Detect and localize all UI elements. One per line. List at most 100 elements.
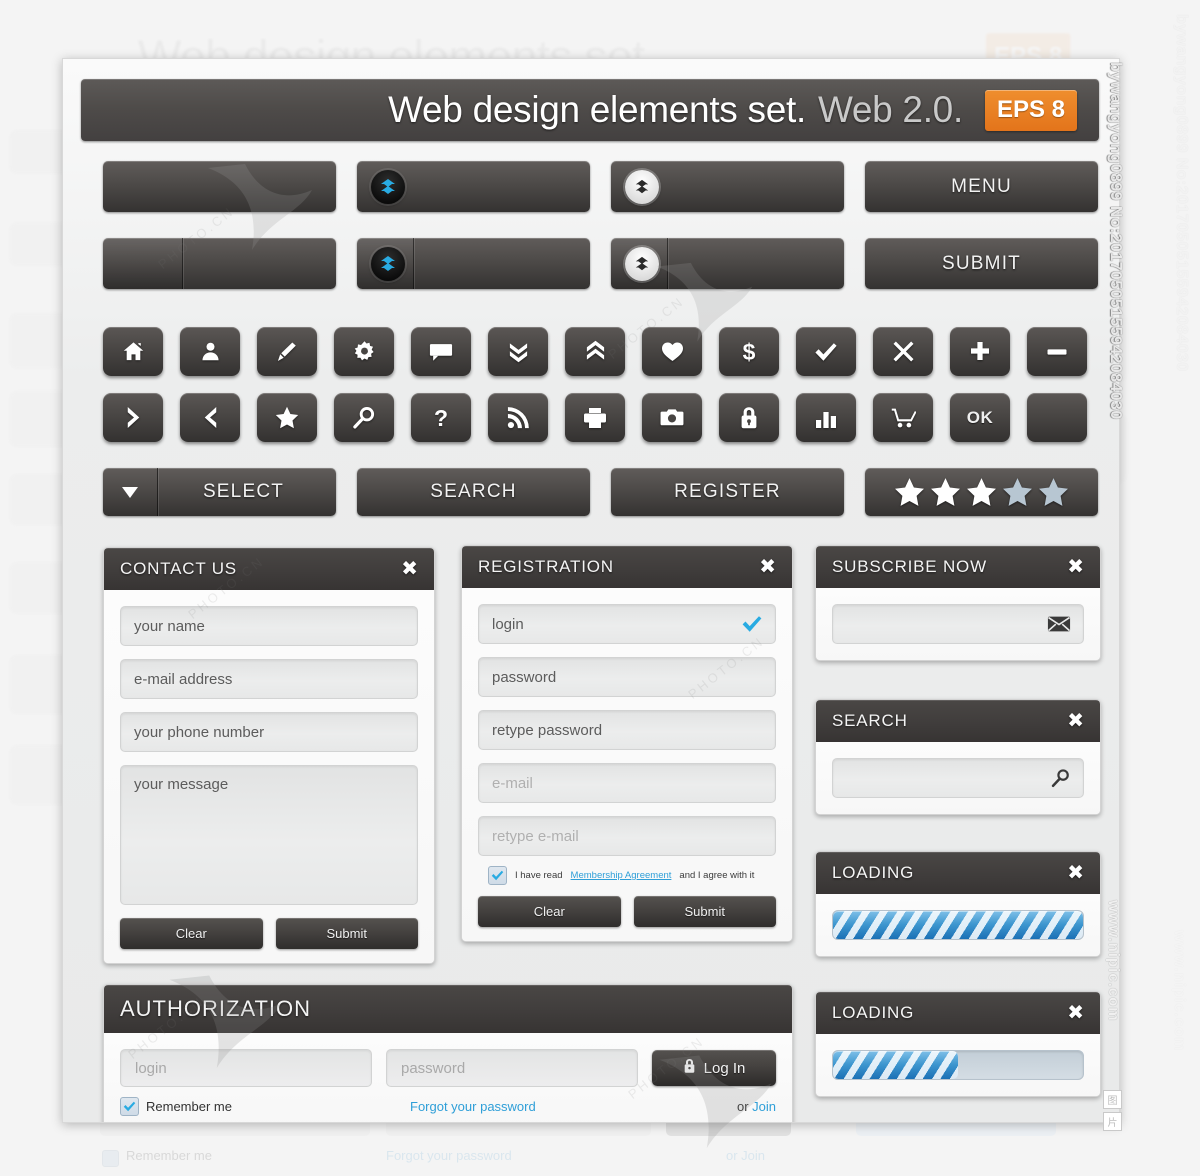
search-panel-title: SEARCH xyxy=(832,711,908,730)
close-icon[interactable]: ✖ xyxy=(759,557,776,577)
email-field[interactable]: e-mail xyxy=(478,763,776,803)
close-icon[interactable]: ✖ xyxy=(1067,557,1084,577)
star-rating-group[interactable] xyxy=(865,477,1098,507)
subscribe-email-input[interactable] xyxy=(832,604,1084,644)
retype-password-field[interactable]: retype password xyxy=(478,710,776,750)
password-field[interactable]: password xyxy=(478,657,776,697)
phone-field[interactable]: your phone number xyxy=(120,712,418,752)
search-panel-header: SEARCH ✖ xyxy=(816,700,1100,742)
envelope-icon[interactable] xyxy=(1047,616,1071,633)
close-icon[interactable]: ✖ xyxy=(401,559,418,579)
close-icon[interactable]: ✖ xyxy=(1067,1003,1084,1023)
lock-icon xyxy=(683,1058,696,1078)
message-field[interactable]: your message xyxy=(120,765,418,905)
minus-icon-button[interactable] xyxy=(1027,327,1087,376)
double-chevron-down-dark-icon xyxy=(625,169,659,204)
search-button[interactable]: SEARCH xyxy=(357,468,590,516)
loading-panel-1-title: LOADING xyxy=(832,863,915,882)
search-icon[interactable] xyxy=(1051,768,1071,788)
progress-track xyxy=(832,910,1084,940)
menu-button[interactable]: MENU xyxy=(865,161,1098,212)
big-button-row-2: SUBMIT xyxy=(103,238,1098,289)
split-button-segment[interactable] xyxy=(103,238,183,289)
star-icon-button[interactable] xyxy=(257,393,317,442)
membership-agreement-link[interactable]: Membership Agreement xyxy=(571,870,672,881)
comment-icon-button[interactable] xyxy=(411,327,471,376)
split-dropdown-light[interactable] xyxy=(611,238,844,289)
chevron-right-icon xyxy=(125,406,142,429)
or-text: or xyxy=(736,1099,753,1114)
double-chevron-down-icon-button[interactable] xyxy=(488,327,548,376)
dollar-icon-button[interactable]: $ xyxy=(719,327,779,376)
user-icon-button[interactable] xyxy=(180,327,240,376)
rss-icon xyxy=(507,406,529,429)
log-in-button[interactable]: Log In xyxy=(652,1050,776,1086)
question-icon-button[interactable]: ? xyxy=(411,393,471,442)
forgot-password-link[interactable]: Forgot your password xyxy=(410,1099,737,1114)
pencil-icon xyxy=(276,341,298,363)
app-frame: Web design elements set. Web 2.0. EPS 8 … xyxy=(62,58,1120,1123)
check-icon-button[interactable] xyxy=(796,327,856,376)
star-filled-icon[interactable] xyxy=(930,477,961,507)
svg-text:$: $ xyxy=(743,340,756,364)
bar-chart-icon-button[interactable] xyxy=(796,393,856,442)
remember-me-row[interactable]: Remember me xyxy=(120,1097,410,1116)
rating-stars[interactable] xyxy=(865,468,1098,516)
submit-button-label: SUBMIT xyxy=(942,252,1021,274)
heart-icon-button[interactable] xyxy=(642,327,702,376)
pencil-icon-button[interactable] xyxy=(257,327,317,376)
retype-email-field[interactable]: retype e-mail xyxy=(478,816,776,856)
split-button[interactable] xyxy=(103,238,336,289)
register-button[interactable]: REGISTER xyxy=(611,468,844,516)
double-chevron-up-icon-button[interactable] xyxy=(565,327,625,376)
chevron-right-icon-button[interactable] xyxy=(103,393,163,442)
dollar-icon: $ xyxy=(740,340,758,364)
search-panel: SEARCH ✖ xyxy=(815,699,1101,815)
submit-button[interactable]: SUBMIT xyxy=(865,238,1098,289)
agreement-checkbox[interactable] xyxy=(488,866,507,885)
star-filled-icon[interactable] xyxy=(966,477,997,507)
registration-panel: REGISTRATION ✖ login password retype pas… xyxy=(461,545,793,942)
subscribe-panel-header: SUBSCRIBE NOW ✖ xyxy=(816,546,1100,588)
close-icon[interactable]: ✖ xyxy=(1067,711,1084,731)
close-icon-button[interactable] xyxy=(873,327,933,376)
ok-text-button[interactable]: OK xyxy=(950,393,1010,442)
search-input[interactable] xyxy=(832,758,1084,798)
chevron-left-icon-button[interactable] xyxy=(180,393,240,442)
home-icon-button[interactable] xyxy=(103,327,163,376)
search-icon-button[interactable] xyxy=(334,393,394,442)
login-field[interactable]: login xyxy=(478,604,776,644)
dropdown-button-light[interactable] xyxy=(611,161,844,212)
login-field[interactable]: login xyxy=(120,1049,372,1087)
agreement-row[interactable]: I have read Membership Agreement and I a… xyxy=(488,866,776,885)
join-link[interactable]: Join xyxy=(752,1099,776,1114)
gear-icon-button[interactable] xyxy=(334,327,394,376)
star-empty-icon[interactable] xyxy=(1002,477,1033,507)
close-icon[interactable]: ✖ xyxy=(1067,863,1084,883)
submit-button[interactable]: Submit xyxy=(633,896,776,927)
authorization-panel-title: AUTHORIZATION xyxy=(120,996,312,1021)
remember-me-checkbox[interactable] xyxy=(120,1097,139,1116)
star-filled-icon[interactable] xyxy=(894,477,925,507)
clear-button[interactable]: Clear xyxy=(120,918,263,949)
star-empty-icon[interactable] xyxy=(1038,477,1069,507)
lock-icon-button[interactable] xyxy=(719,393,779,442)
search-icon xyxy=(352,406,376,429)
cart-icon-button[interactable] xyxy=(873,393,933,442)
rss-icon-button[interactable] xyxy=(488,393,548,442)
password-field[interactable]: password xyxy=(386,1049,638,1087)
printer-icon-button[interactable] xyxy=(565,393,625,442)
name-field[interactable]: your name xyxy=(120,606,418,646)
clear-button[interactable]: Clear xyxy=(478,896,621,927)
select-button[interactable]: SELECT xyxy=(103,468,336,516)
blank-button[interactable] xyxy=(1027,393,1087,442)
submit-button[interactable]: Submit xyxy=(275,918,418,949)
email-field[interactable]: e-mail address xyxy=(120,659,418,699)
split-dropdown-blue[interactable] xyxy=(357,238,590,289)
plain-button[interactable] xyxy=(103,161,336,212)
plus-icon-button[interactable] xyxy=(950,327,1010,376)
camera-icon-button[interactable] xyxy=(642,393,702,442)
subscribe-panel-title: SUBSCRIBE NOW xyxy=(832,557,987,576)
registration-panel-actions: Clear Submit xyxy=(478,896,776,927)
dropdown-button-blue[interactable] xyxy=(357,161,590,212)
